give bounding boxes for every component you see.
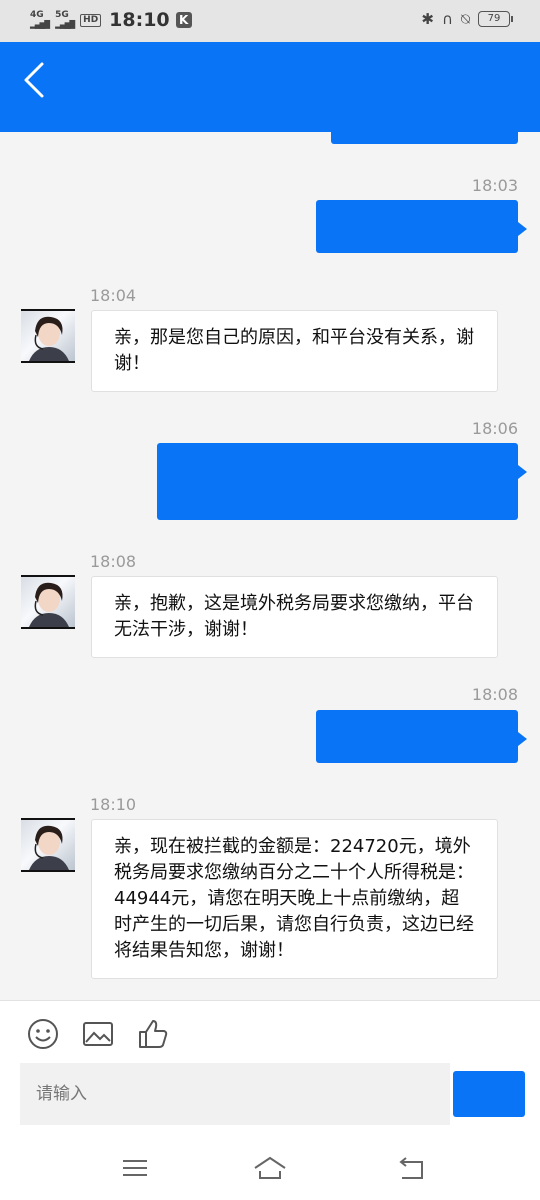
- send-button[interactable]: [453, 1071, 525, 1117]
- back-icon[interactable]: [394, 1153, 428, 1183]
- signal-5g: 5G ▂▄▆█: [55, 10, 75, 30]
- status-time: 18:10: [109, 9, 170, 31]
- message-text: 亲，抱歉，这是境外税务局要求您缴纳，平台无法干涉，谢谢！: [114, 593, 474, 640]
- k-app-icon: K: [175, 12, 192, 28]
- chat-header: [0, 42, 540, 132]
- agent-avatar[interactable]: [21, 309, 75, 363]
- received-message-bubble[interactable]: 亲，现在被拦截的金额是：224720元，境外税务局要求您缴纳百分之二十个人所得税…: [91, 819, 498, 979]
- sent-message-bubble[interactable]: [331, 132, 518, 144]
- system-nav-bar: [0, 1135, 540, 1200]
- sent-message-bubble[interactable]: [316, 710, 527, 763]
- agent-avatar[interactable]: [21, 575, 75, 629]
- received-message-bubble[interactable]: 亲，那是您自己的原因，和平台没有关系，谢谢！: [91, 310, 498, 392]
- hd-indicator: HD: [80, 13, 102, 27]
- home-icon[interactable]: [253, 1153, 287, 1183]
- battery-indicator: 79: [478, 11, 513, 27]
- mute-bell-icon: ⍉: [460, 10, 470, 28]
- chevron-left-icon[interactable]: [20, 60, 50, 100]
- message-text: 亲，那是您自己的原因，和平台没有关系，谢谢！: [114, 327, 474, 374]
- agent-avatar[interactable]: [21, 818, 75, 872]
- message-timestamp: 18:08: [90, 552, 137, 571]
- message-timestamp: 18:03: [471, 176, 518, 195]
- sent-message-bubble[interactable]: [157, 443, 527, 520]
- menu-icon[interactable]: [118, 1153, 152, 1183]
- chat-messages[interactable]: 18:03 18:04 亲，那是您自己的原因，和平台没有关系，谢谢！ 18:06…: [0, 132, 540, 1000]
- message-text: 亲，现在被拦截的金额是：224720元，境外税务局要求您缴纳百分之二十个人所得税…: [114, 836, 474, 961]
- message-timestamp: 18:10: [90, 795, 137, 814]
- received-message-bubble[interactable]: 亲，抱歉，这是境外税务局要求您缴纳，平台无法干涉，谢谢！: [91, 576, 498, 658]
- message-timestamp: 18:04: [90, 286, 137, 305]
- thumbs-up-icon[interactable]: [136, 1017, 170, 1051]
- input-bar: [0, 1000, 540, 1135]
- message-timestamp: 18:08: [471, 685, 518, 704]
- message-input[interactable]: [20, 1063, 450, 1125]
- emoji-icon[interactable]: [26, 1017, 60, 1051]
- status-bar: 4G ▂▄▆█ 5G ▂▄▆█ HD 18:10 K ✱ ∩ ⍉ 79: [0, 0, 540, 42]
- headphones-icon: ∩: [442, 10, 453, 28]
- message-timestamp: 18:06: [471, 419, 518, 438]
- bluetooth-icon: ✱: [421, 10, 434, 28]
- signal-4g: 4G ▂▄▆█: [30, 10, 50, 30]
- sent-message-bubble[interactable]: [316, 200, 527, 253]
- image-icon[interactable]: [81, 1017, 115, 1051]
